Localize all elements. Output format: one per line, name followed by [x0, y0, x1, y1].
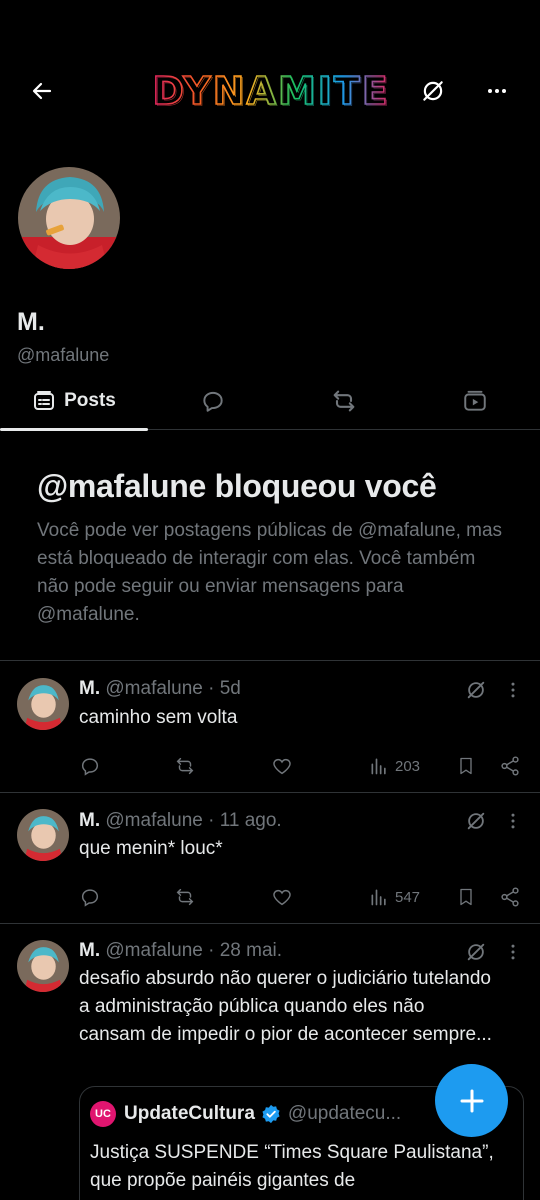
share-icon [501, 756, 519, 776]
quoted-author-name[interactable]: UpdateCultura [124, 1103, 255, 1125]
avatar-image [17, 678, 69, 730]
bookmark-button[interactable] [456, 751, 476, 781]
tweet-avatar[interactable] [17, 678, 69, 730]
replies-icon [203, 391, 223, 412]
quoted-author-handle: @updatecu... [287, 1103, 402, 1124]
retweet-icon [333, 390, 355, 412]
back-button[interactable] [20, 69, 64, 113]
profile-header: DYNAMITE DYNAMITE [0, 0, 540, 300]
tweet-header: M. @mafalune · 5d [79, 678, 241, 700]
avatar-image [18, 167, 120, 269]
tweet-no-sync-button[interactable] [462, 676, 490, 704]
tweet-author-name[interactable]: M. [79, 940, 100, 961]
avatar-image [17, 940, 69, 992]
heart-icon [273, 758, 291, 775]
profile-handle: @mafalune [17, 345, 110, 365]
share-button[interactable] [499, 882, 521, 912]
share-button[interactable] [499, 751, 521, 781]
reply-button[interactable] [79, 751, 101, 781]
tweet-actions: 203 [79, 751, 529, 781]
tab-replies[interactable] [148, 372, 278, 430]
tweet-author-name[interactable]: M. [79, 810, 100, 831]
tweet-avatar[interactable] [17, 809, 69, 861]
quoted-author-avatar[interactable]: UC [90, 1101, 116, 1127]
tab-reposts[interactable] [278, 372, 410, 430]
heart-icon [273, 889, 291, 906]
tab-posts-label: Posts [64, 390, 116, 411]
retweet-icon [176, 888, 194, 906]
tweet-header: M. @mafalune · 11 ago. [79, 810, 282, 832]
views-count: 203 [395, 757, 421, 775]
no-sync-icon [467, 943, 485, 961]
quoted-tweet-header: UC UpdateCultura @updatecu... [90, 1101, 401, 1127]
views-button[interactable]: 203 [369, 751, 420, 781]
tweet-meta: @mafalune · 11 ago. [105, 810, 282, 831]
no-sync-icon [467, 681, 485, 699]
plus-icon [460, 1089, 483, 1112]
media-icon [464, 390, 486, 411]
like-button[interactable] [271, 751, 293, 781]
tweet-more-button[interactable] [500, 807, 526, 835]
tweet-meta: @mafalune · 5d [105, 678, 241, 699]
tweet-text: desafio absurdo não querer o judiciário … [79, 968, 492, 1045]
repost-button[interactable] [174, 882, 196, 912]
bookmark-icon [460, 888, 472, 906]
blocked-title: @mafalune bloqueou você [37, 468, 437, 504]
tweet-more-button[interactable] [500, 938, 526, 966]
views-chart-icon [371, 889, 386, 906]
tweet-actions: 547 [79, 882, 529, 912]
tweet-header: M. @mafalune · 28 mai. [79, 940, 282, 962]
tweet[interactable]: M. @mafalune · 11 ago. que menin* louc* … [0, 792, 540, 923]
tweet[interactable]: M. @mafalune · 5d caminho sem volta 203 [0, 660, 540, 792]
avatar-image [17, 809, 69, 861]
more-vertical-icon [511, 813, 515, 829]
bookmark-icon [460, 757, 472, 775]
tweet-no-sync-button[interactable] [462, 938, 490, 966]
blocked-message: Você pode ver postagens públicas de @maf… [37, 520, 503, 625]
tab-media[interactable] [410, 372, 540, 430]
verified-badge-icon [262, 1104, 280, 1124]
more-options-button[interactable] [475, 69, 519, 113]
compose-post-button[interactable] [435, 1064, 508, 1137]
reply-icon [81, 758, 99, 776]
profile-avatar[interactable] [14, 163, 124, 273]
tab-posts[interactable]: Posts [0, 372, 148, 431]
views-count: 547 [395, 888, 421, 906]
no-sync-button[interactable] [411, 69, 455, 113]
tweet-meta: @mafalune · 28 mai. [105, 940, 283, 961]
retweet-icon [176, 757, 194, 775]
more-dots-icon [488, 89, 506, 93]
profile-tabs: Posts [0, 372, 540, 431]
views-button[interactable]: 547 [369, 882, 420, 912]
bookmark-button[interactable] [456, 882, 476, 912]
more-vertical-icon [511, 682, 515, 698]
posts-icon [34, 391, 55, 410]
tweet-text: caminho sem volta [79, 707, 238, 728]
no-sync-icon [423, 81, 443, 101]
tweet-more-button[interactable] [500, 676, 526, 704]
banner-title-logo: DYNAMITE DYNAMITE [152, 70, 391, 113]
tweet-text: que menin* louc* [79, 838, 223, 859]
blocked-notice: @mafalune bloqueou você Você pode ver po… [37, 468, 507, 629]
like-button[interactable] [271, 882, 293, 912]
repost-button[interactable] [174, 751, 196, 781]
quoted-tweet-text: Justiça SUSPENDE “Times Square Paulistan… [90, 1142, 494, 1191]
reply-button[interactable] [79, 882, 101, 912]
tweet-avatar[interactable] [17, 940, 69, 992]
tab-active-indicator [0, 428, 148, 431]
arrow-left-icon [32, 82, 52, 100]
tweet-no-sync-button[interactable] [462, 807, 490, 835]
banner-title-shadow: DYNAMITE [154, 71, 391, 113]
tweet-author-name[interactable]: M. [79, 678, 100, 699]
profile-name: M. [17, 308, 45, 336]
more-vertical-icon [511, 944, 515, 960]
views-chart-icon [371, 758, 386, 775]
no-sync-icon [467, 812, 485, 830]
reply-icon [81, 889, 99, 907]
share-icon [501, 887, 519, 907]
